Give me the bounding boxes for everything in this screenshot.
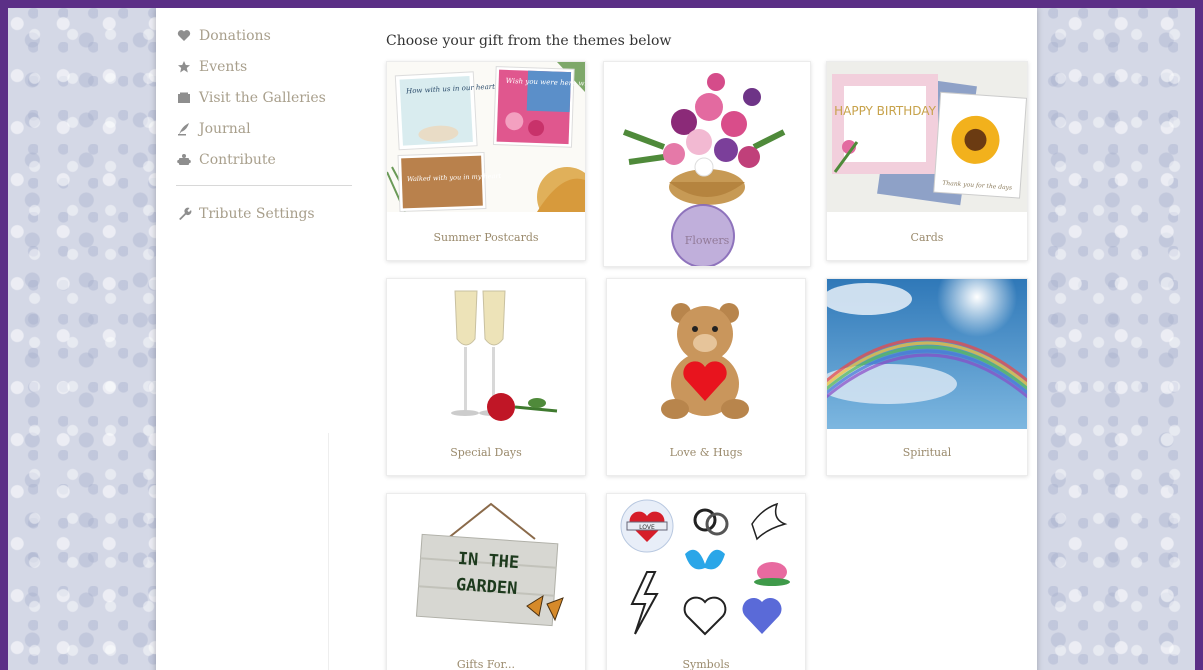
sidebar-item-contribute[interactable]: Contribute — [176, 144, 356, 175]
theme-label: Summer Postcards — [433, 231, 539, 244]
garden-sign-line1: IN THE — [457, 549, 520, 573]
tap-indicator — [671, 204, 735, 266]
sidebar-border — [328, 433, 329, 670]
special-days-image — [387, 279, 585, 429]
theme-label: Spiritual — [902, 446, 952, 459]
theme-card-special-days[interactable]: Special Days — [386, 278, 586, 476]
summer-postcards-image: How with us in our hearts Wish you were … — [387, 62, 585, 212]
birthday-card-text: HAPPY BIRTHDAY — [834, 104, 936, 118]
theme-label: Symbols — [682, 658, 730, 670]
sidebar-item-label: Journal — [199, 120, 251, 137]
heart-icon — [176, 28, 192, 44]
theme-label: Gifts For... — [456, 658, 516, 670]
theme-label: Special Days — [450, 446, 522, 459]
flowers-image — [604, 62, 810, 212]
sidebar-item-donations[interactable]: Donations — [176, 20, 356, 51]
theme-card-symbols[interactable]: LOVE Symbols — [606, 493, 806, 670]
star-icon — [176, 59, 192, 75]
theme-card-summer-postcards[interactable]: How with us in our hearts Wish you were … — [386, 61, 586, 261]
garden-sign-line2: GARDEN — [455, 575, 518, 599]
symbols-image: LOVE — [607, 494, 805, 644]
theme-card-spiritual[interactable]: Spiritual — [826, 278, 1028, 476]
theme-card-flowers[interactable]: Flowers — [603, 61, 811, 267]
theme-card-cards[interactable]: HAPPY BIRTHDAY Thank you for the days Ca… — [826, 61, 1028, 261]
cards-image: HAPPY BIRTHDAY Thank you for the days — [827, 62, 1027, 212]
content-page: Donations Events Visit the Galleries Jou… — [156, 8, 1037, 670]
page-heading: Choose your gift from the themes below — [386, 33, 672, 49]
puzzle-icon — [176, 152, 192, 168]
theme-card-gifts-for[interactable]: IN THE GARDEN Gifts For... — [386, 493, 586, 670]
quill-icon — [176, 121, 192, 137]
sidebar-item-label: Donations — [199, 27, 271, 44]
gifts-for-image: IN THE GARDEN — [387, 494, 585, 644]
sidebar-item-label: Events — [199, 58, 248, 75]
spiritual-image — [827, 279, 1027, 429]
theme-card-love-hugs[interactable]: Love & Hugs — [606, 278, 806, 476]
theme-label: Love & Hugs — [669, 446, 743, 459]
sidebar: Donations Events Visit the Galleries Jou… — [176, 20, 356, 229]
theme-label: Cards — [910, 231, 944, 244]
love-hugs-image — [607, 279, 805, 429]
sidebar-divider — [176, 185, 352, 186]
sidebar-item-label: Contribute — [199, 151, 276, 168]
sidebar-item-label: Visit the Galleries — [199, 89, 326, 106]
sidebar-item-label: Tribute Settings — [199, 205, 315, 222]
symbol-heart-banner: LOVE — [639, 524, 655, 531]
sidebar-item-galleries[interactable]: Visit the Galleries — [176, 82, 356, 113]
wrench-icon — [176, 206, 192, 222]
sidebar-item-tribute-settings[interactable]: Tribute Settings — [176, 198, 356, 229]
sidebar-item-events[interactable]: Events — [176, 51, 356, 82]
gallery-icon — [176, 90, 192, 106]
page-frame: Donations Events Visit the Galleries Jou… — [8, 8, 1195, 670]
sidebar-item-journal[interactable]: Journal — [176, 113, 356, 144]
